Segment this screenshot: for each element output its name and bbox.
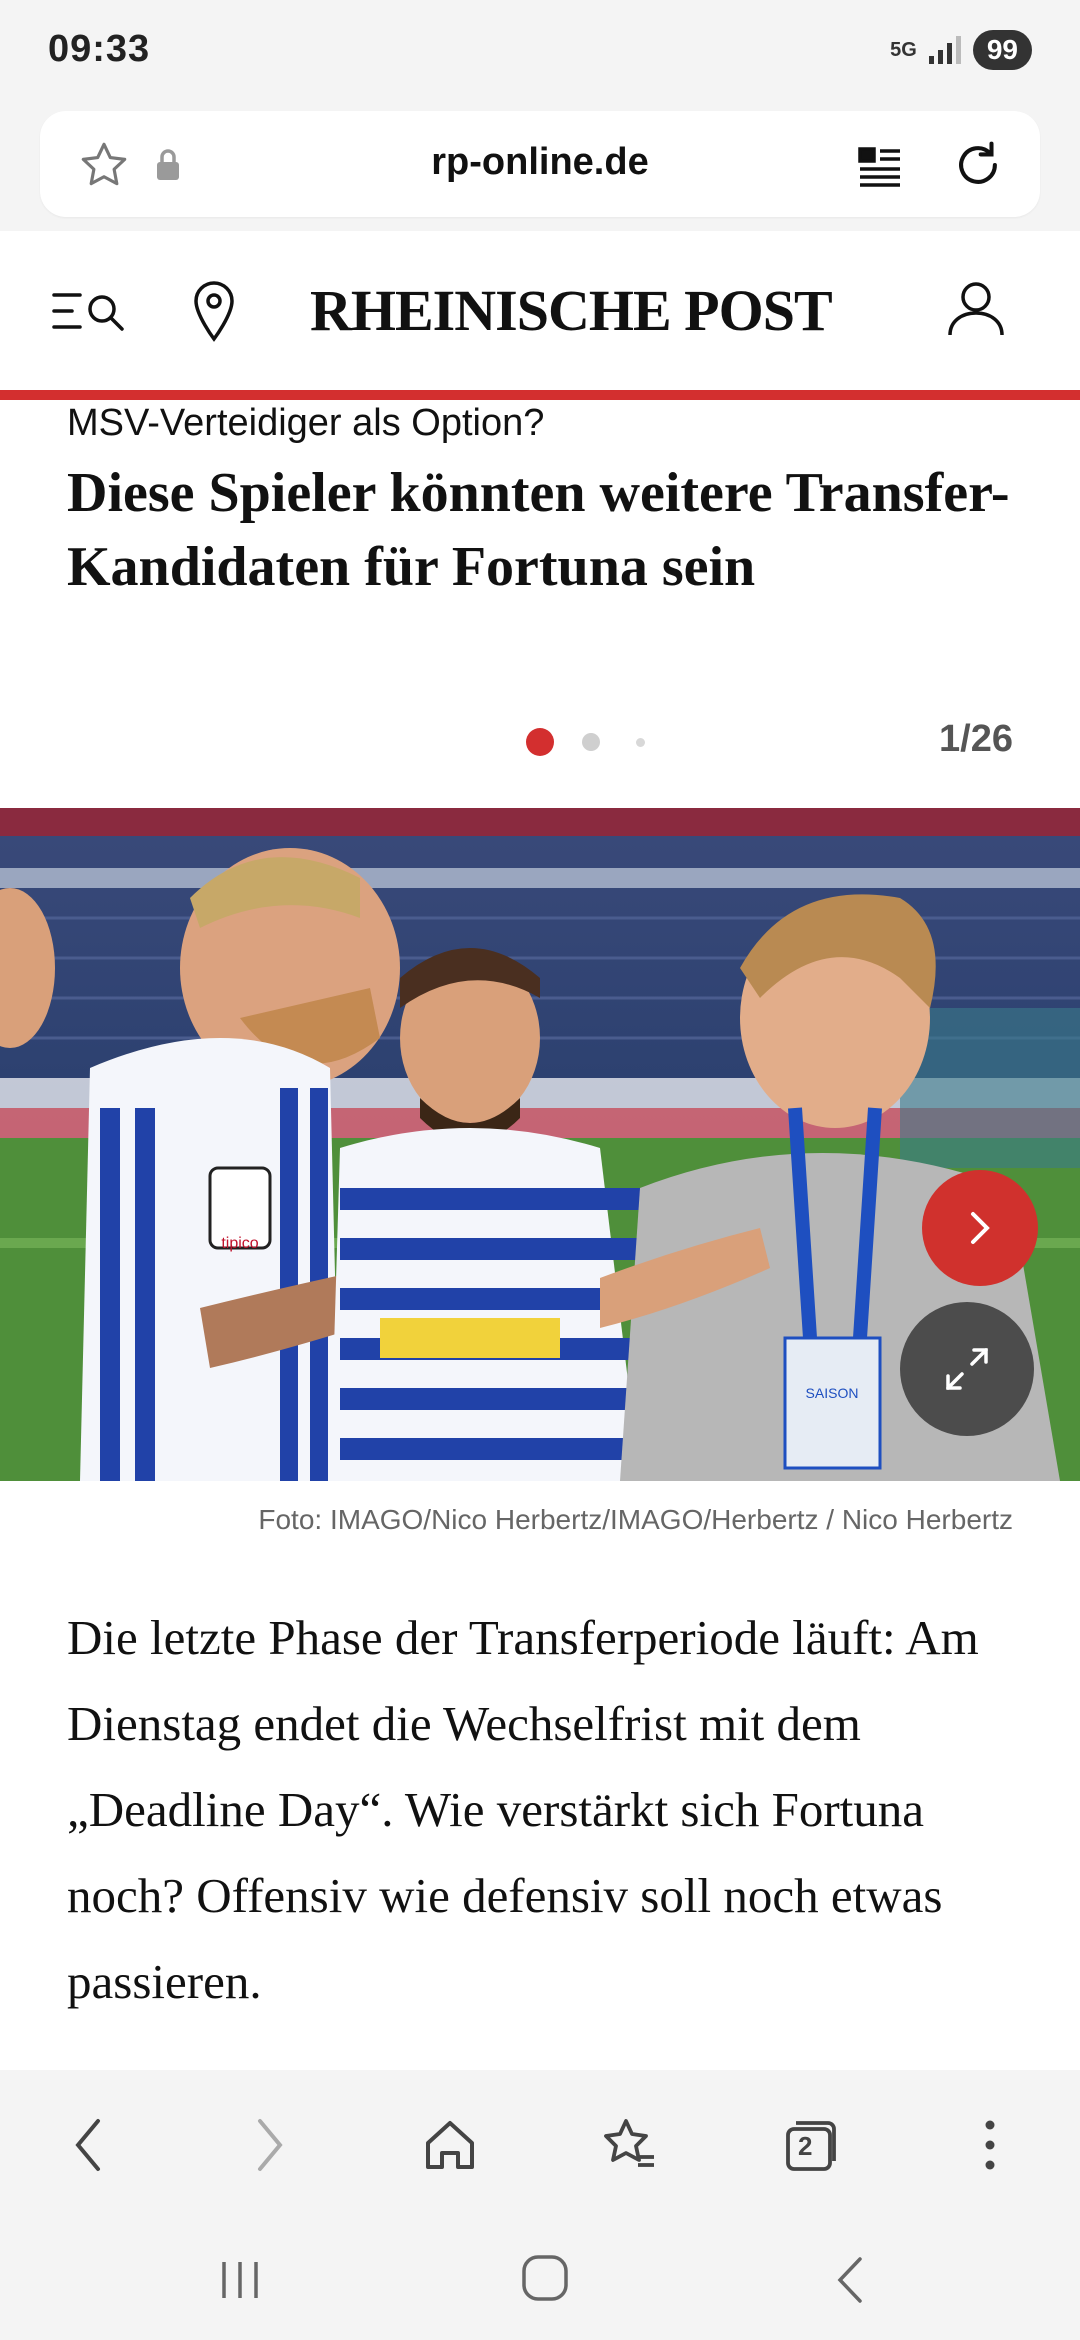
reader-mode-icon[interactable] [852, 139, 908, 195]
chevron-left-icon [75, 2119, 100, 2171]
gallery-counter: 1/26 [939, 718, 1013, 760]
more-menu-button[interactable] [940, 2095, 1040, 2195]
signal-icon [928, 36, 961, 64]
battery-level: 99 [972, 30, 1032, 70]
status-bar: 09:33 5G 99 [0, 0, 1080, 105]
status-time: 09:33 [48, 28, 151, 70]
article-kicker: MSV-Verteidiger als Option? [67, 402, 545, 444]
fullscreen-button[interactable] [900, 1302, 1034, 1436]
address-bar[interactable]: rp-online.de [40, 111, 1040, 217]
badge-text: SAISON [806, 1385, 859, 1401]
photo-caption: Foto: IMAGO/Nico Herbertz/IMAGO/Herbertz… [258, 1504, 1013, 1535]
network-label: 5G [890, 39, 917, 61]
more-vertical-icon [985, 2120, 995, 2170]
menu-search-icon[interactable] [50, 281, 132, 341]
article-headline: Diese Spieler könnten weitere Transfer-K… [67, 462, 1010, 598]
back-nav-icon [837, 2257, 862, 2303]
reload-icon[interactable] [946, 133, 1010, 197]
location-pin-icon[interactable] [190, 279, 242, 345]
tabs-count: 2 [798, 2131, 813, 2161]
home-square-icon [522, 2255, 568, 2301]
pager-dot-active[interactable] [526, 728, 554, 756]
recents-icon [222, 2262, 258, 2298]
back-nav-button[interactable] [820, 2250, 880, 2310]
article-body: Die letzte Phase der Transferperiode läu… [67, 1610, 979, 2009]
pager-dot[interactable] [636, 738, 645, 747]
browser-address-area: rp-online.de [0, 105, 1080, 231]
system-nav-bar [0, 2220, 1080, 2340]
next-slide-button[interactable] [922, 1170, 1038, 1286]
home-button[interactable] [400, 2095, 500, 2195]
bookmarks-button[interactable] [580, 2095, 680, 2195]
pager-dot[interactable] [582, 733, 600, 751]
sponsor-text: tipico [221, 1235, 258, 1252]
forward-button[interactable] [220, 2095, 320, 2195]
back-button[interactable] [38, 2095, 138, 2195]
user-icon[interactable] [945, 277, 1011, 343]
home-nav-button[interactable] [515, 2248, 575, 2308]
chevron-right-icon [971, 1212, 990, 1244]
home-icon [426, 2121, 474, 2169]
chevron-right-icon [258, 2119, 283, 2171]
browser-toolbar: 2 [0, 2070, 1080, 2220]
site-logo[interactable]: RHEINISCHE POST [310, 277, 833, 344]
status-icons: 5G 99 [890, 30, 1032, 70]
recent-apps-button[interactable] [210, 2250, 270, 2310]
expand-icon [946, 1348, 988, 1390]
bookmark-star-icon [604, 2119, 654, 2167]
site-header: RHEINISCHE POST [0, 231, 1080, 389]
tabs-button[interactable]: 2 [760, 2095, 860, 2195]
header-accent-line [0, 390, 1080, 400]
